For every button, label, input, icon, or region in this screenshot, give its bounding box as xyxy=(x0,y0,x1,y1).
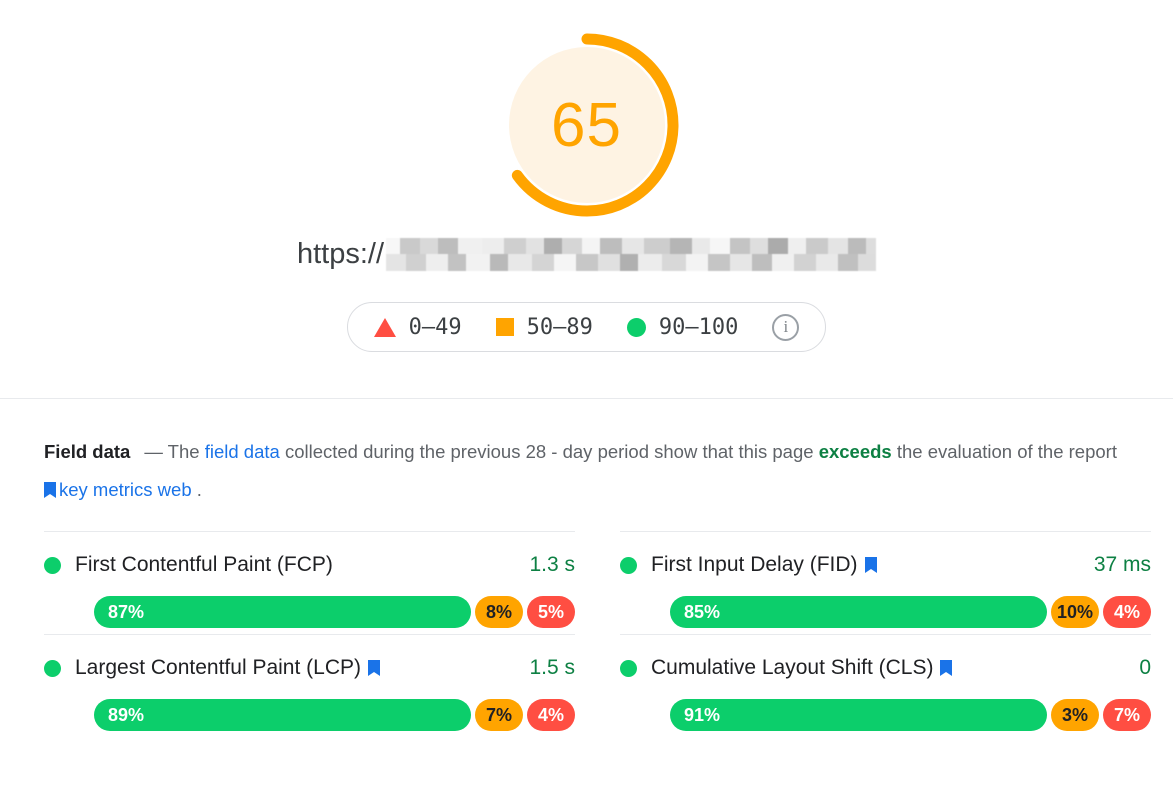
metric-row: Largest Contentful Paint (LCP) 1.5 s 89% 7%… xyxy=(44,634,575,737)
metric-status-dot xyxy=(44,659,61,677)
metric-status-dot xyxy=(44,556,61,574)
url-protocol: https:// xyxy=(296,238,385,270)
field-data-emphasis: exceeds xyxy=(818,441,892,462)
field-data-link[interactable]: field data xyxy=(205,441,280,462)
metric-distribution-segment-good: 89% xyxy=(94,699,471,731)
metric-distribution-bar: 91% 3% 7% xyxy=(670,699,1151,731)
metric-status-dot xyxy=(620,659,637,677)
score-value: 65 xyxy=(551,90,622,160)
metric-header: First Input Delay (FID) 37 ms xyxy=(620,551,1151,579)
segment-label: 91% xyxy=(684,704,721,725)
metric-label: First Input Delay (FID) xyxy=(651,553,858,576)
metric-distribution-segment-good: 87% xyxy=(94,596,471,628)
metric-label: Largest Contentful Paint (LCP) xyxy=(75,656,361,679)
score-legend-pill: 0–49 50–89 90–100 i xyxy=(346,302,827,352)
field-data-description: Field data — The field data collected dur… xyxy=(44,433,1129,509)
legend-label-poor: 0–49 xyxy=(408,314,462,340)
metric-distribution-segment-average: 8% xyxy=(475,596,523,628)
metric-distribution-segment-poor: 4% xyxy=(1102,596,1151,628)
metric-row: Cumulative Layout Shift (CLS) 0 91% 3% 7% xyxy=(620,634,1151,737)
bookmark-icon xyxy=(367,660,380,676)
segment-label: 85% xyxy=(684,601,721,622)
score-gauge-wrapper: 65 xyxy=(0,28,1173,222)
legend-item-poor: 0–49 xyxy=(373,314,462,340)
segment-label: 5% xyxy=(538,601,565,622)
segment-label: 89% xyxy=(108,704,145,725)
field-data-text-4: . xyxy=(196,479,202,500)
score-legend: 0–49 50–89 90–100 i xyxy=(0,302,1173,352)
metric-header: Cumulative Layout Shift (CLS) 0 xyxy=(620,654,1151,682)
metric-value: 0 xyxy=(1139,656,1151,679)
bookmark-icon xyxy=(44,473,56,498)
legend-item-good: 90–100 xyxy=(626,314,739,340)
field-data-title: Field data xyxy=(44,441,131,462)
segment-label: 7% xyxy=(1114,704,1141,725)
segment-label: 8% xyxy=(486,601,513,622)
metric-distribution-segment-poor: 7% xyxy=(1103,699,1151,731)
field-data-text-1: The xyxy=(167,441,200,462)
field-metrics-grid: First Contentful Paint (FCP) 1.3 s 87% 8% 5%… xyxy=(44,531,1151,737)
segment-label: 4% xyxy=(1113,601,1140,622)
metric-label: First Contentful Paint (FCP) xyxy=(75,553,333,576)
field-data-text-2: collected during the previous 28 - day p… xyxy=(284,441,814,462)
metric-distribution-segment-average: 7% xyxy=(474,699,523,731)
metric-distribution-segment-average: 10% xyxy=(1050,596,1099,628)
legend-label-average: 50–89 xyxy=(526,314,593,340)
page-url: https:// xyxy=(0,238,1173,271)
metric-row: First Input Delay (FID) 37 ms 85% 10% 4% xyxy=(620,531,1151,634)
legend-item-average: 50–89 xyxy=(495,314,593,340)
score-gauge: 65 xyxy=(490,28,684,222)
url-redacted-block xyxy=(386,238,877,271)
segment-label: 7% xyxy=(485,704,512,725)
metric-distribution-segment-good: 91% xyxy=(670,699,1047,731)
score-header: 65 https:// 0–49 50–89 90–100 i xyxy=(0,0,1173,399)
info-icon[interactable]: i xyxy=(772,313,800,341)
segment-label: 3% xyxy=(1062,704,1089,725)
field-data-text-3: the evaluation of the report xyxy=(896,441,1117,462)
metric-header: First Contentful Paint (FCP) 1.3 s xyxy=(44,551,575,579)
metric-distribution-bar: 87% 8% 5% xyxy=(94,596,575,628)
field-data-section: Field data — The field data collected dur… xyxy=(0,399,1173,737)
field-data-link-key-metrics[interactable]: key metrics web xyxy=(59,479,192,500)
metric-value: 1.5 s xyxy=(529,656,575,679)
legend-label-good: 90–100 xyxy=(658,314,739,340)
metric-header: Largest Contentful Paint (LCP) 1.5 s xyxy=(44,654,575,682)
metric-distribution-segment-good: 85% xyxy=(670,596,1047,628)
metric-status-dot xyxy=(620,556,637,574)
metric-value: 37 ms xyxy=(1093,553,1151,576)
metric-distribution-bar: 85% 10% 4% xyxy=(670,596,1151,628)
metric-distribution-segment-poor: 4% xyxy=(526,699,575,731)
circle-icon xyxy=(626,317,646,337)
metric-distribution-segment-average: 3% xyxy=(1051,699,1099,731)
segment-label: 87% xyxy=(108,601,145,622)
bookmark-icon xyxy=(864,557,877,573)
bookmark-icon xyxy=(940,660,953,676)
metric-value: 1.3 s xyxy=(529,553,575,576)
segment-label: 10% xyxy=(1056,601,1093,622)
square-icon xyxy=(495,318,514,336)
metric-row: First Contentful Paint (FCP) 1.3 s 87% 8% 5% xyxy=(44,531,575,634)
metric-distribution-segment-poor: 5% xyxy=(527,596,575,628)
metric-label: Cumulative Layout Shift (CLS) xyxy=(651,656,934,679)
segment-label: 4% xyxy=(537,704,564,725)
triangle-icon xyxy=(373,317,396,337)
metric-distribution-bar: 89% 7% 4% xyxy=(94,699,575,731)
field-data-dash: — xyxy=(144,441,163,462)
